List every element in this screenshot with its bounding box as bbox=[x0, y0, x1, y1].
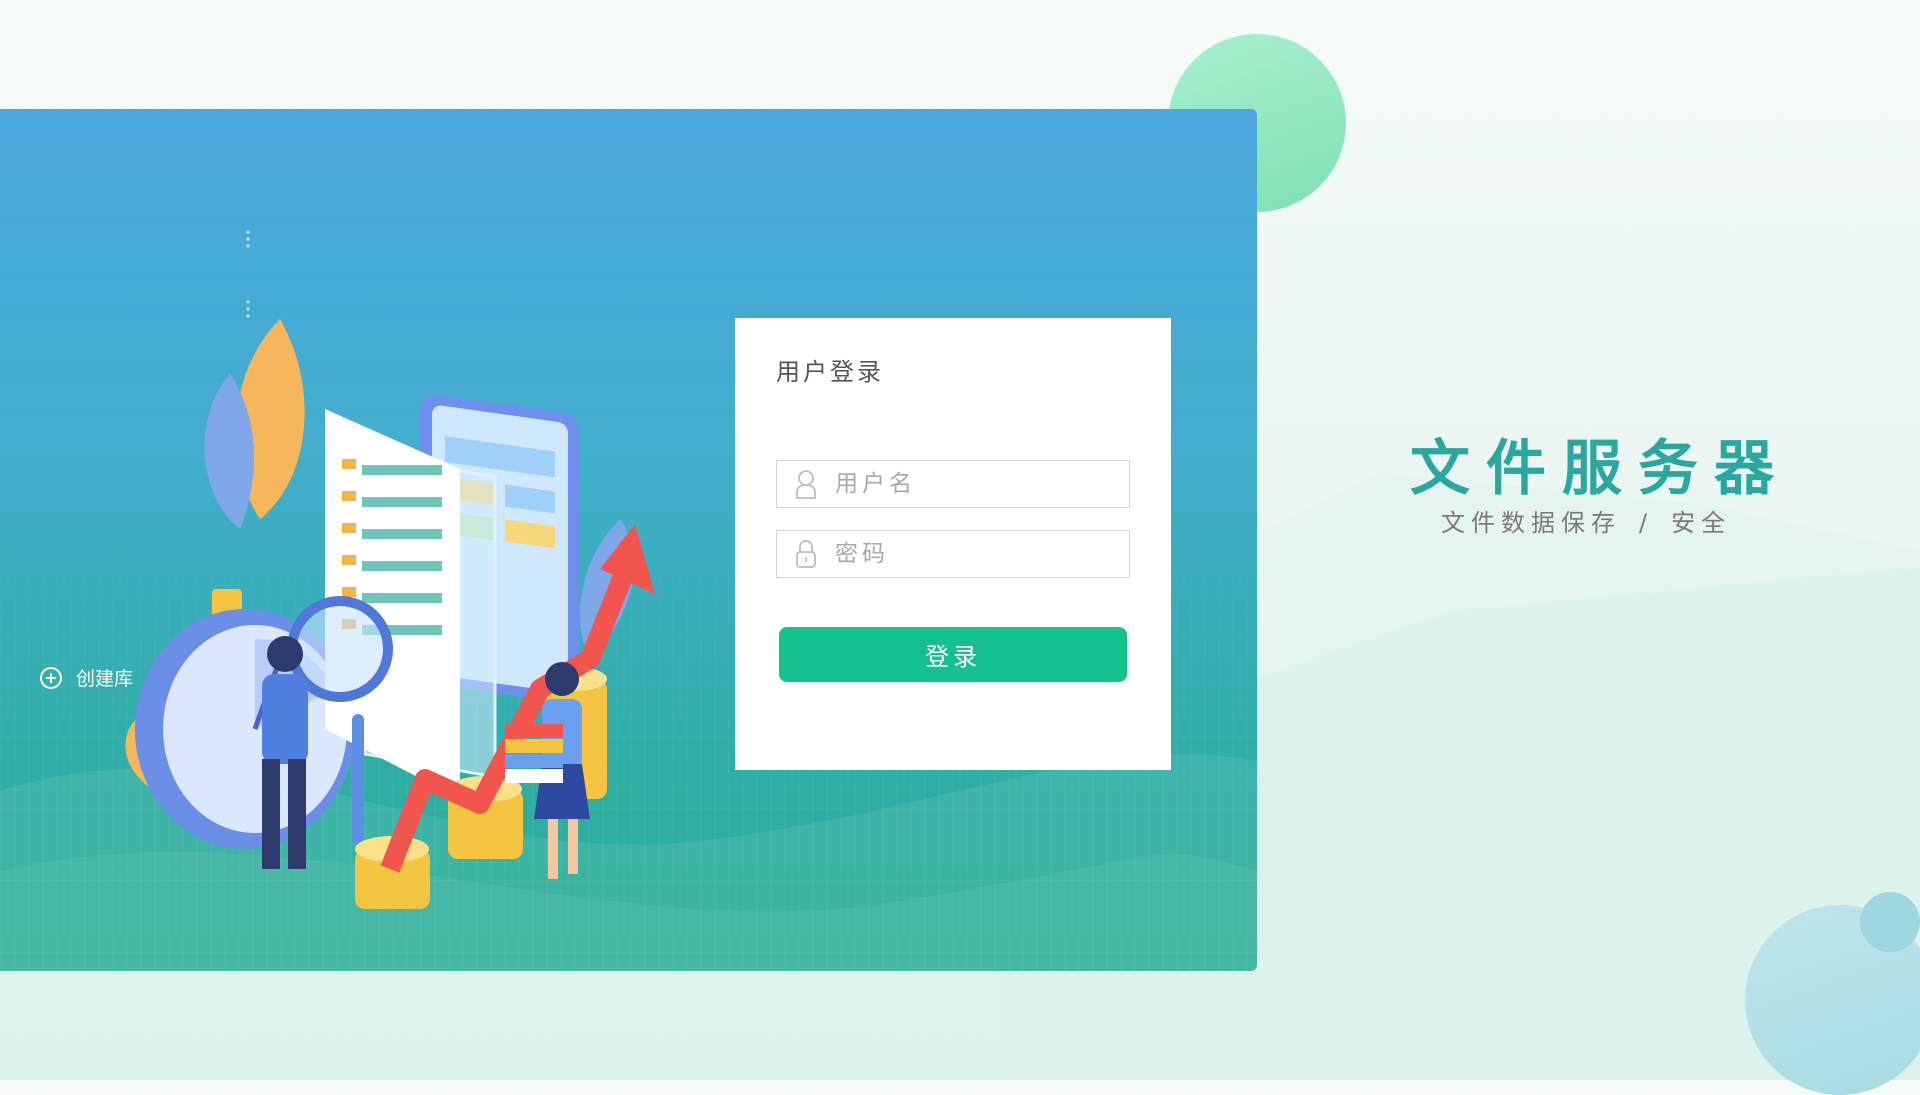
plus-circle-icon bbox=[40, 666, 62, 689]
username-input[interactable] bbox=[835, 471, 1115, 497]
username-field[interactable] bbox=[776, 460, 1130, 508]
brand-subtitle-separator: / bbox=[1639, 509, 1654, 537]
password-field[interactable] bbox=[776, 530, 1130, 578]
brand-subtitle-left: 文件数据保存 bbox=[1441, 509, 1621, 537]
create-repo-label: 创建库 bbox=[76, 668, 134, 690]
decor-dots bbox=[246, 230, 250, 248]
login-card: 用户登录 登录 bbox=[735, 318, 1171, 770]
brand-subtitle: 文件数据保存 / 安全 bbox=[1441, 503, 1731, 538]
user-icon bbox=[796, 470, 816, 499]
create-repo-button[interactable]: 创建库 bbox=[40, 664, 133, 691]
login-button[interactable]: 登录 bbox=[779, 627, 1127, 682]
login-title: 用户登录 bbox=[776, 358, 884, 386]
brand-title: 文件服务器 bbox=[1410, 434, 1790, 504]
finance-illustration bbox=[125, 319, 655, 909]
password-input[interactable] bbox=[835, 541, 1115, 567]
brand-subtitle-right: 安全 bbox=[1671, 509, 1732, 537]
lock-icon bbox=[796, 540, 816, 568]
decor-blue-circle-small bbox=[1860, 892, 1920, 952]
